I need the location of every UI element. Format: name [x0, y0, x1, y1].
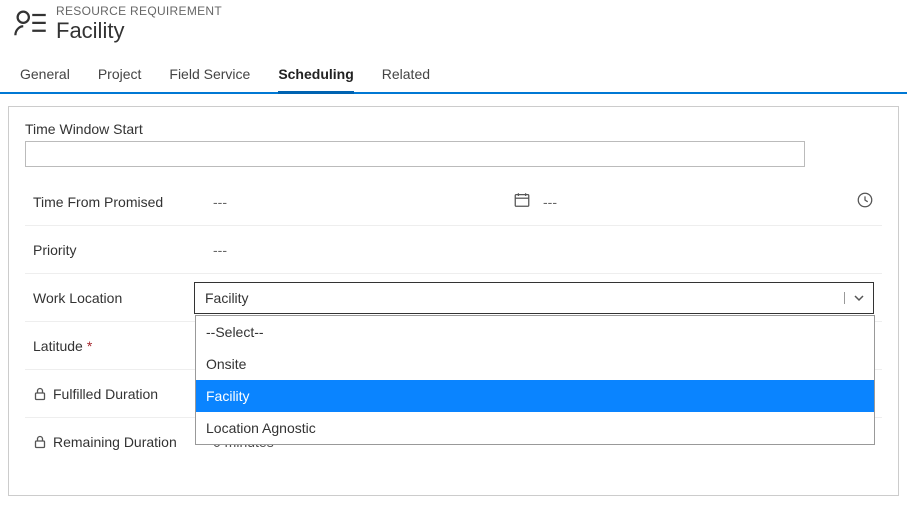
- page-header: RESOURCE REQUIREMENT Facility: [0, 0, 907, 52]
- chevron-down-icon: [844, 292, 865, 304]
- option-facility[interactable]: Facility: [196, 380, 874, 412]
- latitude-label: Latitude *: [33, 338, 213, 354]
- tab-project[interactable]: Project: [98, 58, 142, 92]
- time-window-start-input[interactable]: [25, 141, 805, 167]
- option-location-agnostic[interactable]: Location Agnostic: [196, 412, 874, 444]
- remaining-duration-label: Remaining Duration: [33, 434, 213, 450]
- fulfilled-duration-label: Fulfilled Duration: [33, 386, 213, 402]
- row-work-location: Work Location Facility --Select-- Onsite…: [25, 273, 882, 321]
- tab-field-service[interactable]: Field Service: [169, 58, 250, 92]
- time-window-start-label: Time Window Start: [25, 121, 882, 137]
- tab-general[interactable]: General: [20, 58, 70, 92]
- row-time-from-promised: Time From Promised --- ---: [25, 177, 882, 225]
- tab-related[interactable]: Related: [382, 58, 430, 92]
- time-from-promised-date-value[interactable]: ---: [213, 194, 503, 210]
- time-from-promised-label: Time From Promised: [33, 194, 213, 210]
- calendar-icon[interactable]: [513, 191, 531, 212]
- entity-icon: [12, 6, 48, 42]
- work-location-dropdown: --Select-- Onsite Facility Location Agno…: [195, 315, 875, 445]
- work-location-label: Work Location: [33, 290, 194, 306]
- form-panel: Time Window Start Time From Promised ---: [8, 106, 899, 496]
- tab-bar: General Project Field Service Scheduling…: [0, 58, 907, 94]
- lock-icon: [33, 387, 47, 401]
- option-select-placeholder[interactable]: --Select--: [196, 316, 874, 348]
- work-location-value: Facility: [205, 290, 844, 306]
- breadcrumb: RESOURCE REQUIREMENT: [56, 4, 222, 18]
- clock-icon[interactable]: [856, 191, 874, 212]
- lock-icon: [33, 435, 47, 449]
- work-location-select[interactable]: Facility --Select-- Onsite Facility Loca…: [194, 282, 874, 314]
- tab-scheduling[interactable]: Scheduling: [278, 58, 353, 92]
- option-onsite[interactable]: Onsite: [196, 348, 874, 380]
- required-indicator: *: [87, 338, 92, 354]
- time-from-promised-time-value[interactable]: ---: [543, 194, 557, 210]
- page-title: Facility: [56, 18, 222, 44]
- priority-value[interactable]: ---: [213, 242, 227, 258]
- row-priority: Priority ---: [25, 225, 882, 273]
- priority-label: Priority: [33, 242, 213, 258]
